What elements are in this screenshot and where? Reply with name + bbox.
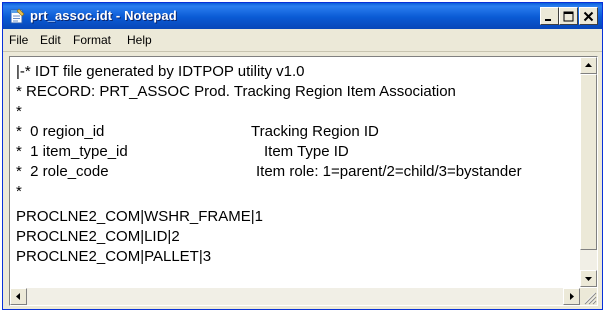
field-description: Item role: 1=parent/2=child/3=bystander	[256, 163, 522, 180]
text-area[interactable]: |-* IDT file generated by IDTPOP utility…	[10, 57, 578, 287]
text-line: *	[16, 183, 22, 200]
vertical-scroll-thumb[interactable]	[580, 74, 597, 250]
text-line: * 2 role_code	[16, 163, 109, 180]
text-line: PROCLNE2_COM|LID|2	[16, 228, 180, 245]
close-icon	[583, 11, 594, 22]
arrow-left-icon	[16, 293, 20, 300]
resize-grip[interactable]	[580, 288, 597, 305]
scroll-right-button[interactable]	[563, 288, 580, 305]
text-editor[interactable]: |-* IDT file generated by IDTPOP utility…	[9, 56, 598, 306]
arrow-right-icon	[570, 293, 574, 300]
menu-bar: File Edit Format Help	[3, 29, 602, 52]
arrow-up-icon	[585, 63, 592, 67]
close-button[interactable]	[579, 7, 598, 25]
notepad-window: prt_assoc.idt - Notepad File Edit Format…	[2, 2, 603, 310]
window-title: prt_assoc.idt - Notepad	[30, 8, 177, 23]
scroll-down-button[interactable]	[580, 270, 597, 287]
scroll-left-button[interactable]	[10, 288, 27, 305]
resize-grip-icon	[584, 292, 597, 305]
text-line: * RECORD: PRT_ASSOC Prod. Tracking Regio…	[16, 83, 456, 100]
horizontal-scrollbar[interactable]	[10, 288, 580, 305]
minimize-icon	[545, 19, 551, 21]
text-line: PROCLNE2_COM|PALLET|3	[16, 248, 212, 265]
text-line: |-* IDT file generated by IDTPOP utility…	[16, 63, 305, 80]
text-line: * 1 item_type_id	[16, 143, 128, 160]
arrow-down-icon	[585, 277, 592, 281]
maximize-icon	[563, 11, 574, 22]
text-line: *	[16, 103, 22, 120]
maximize-button[interactable]	[559, 7, 578, 25]
menu-edit[interactable]: Edit	[40, 33, 61, 47]
field-description: Item Type ID	[264, 143, 349, 160]
text-line: * 0 region_id	[16, 123, 105, 140]
text-line: PROCLNE2_COM|WSHR_FRAME|1	[16, 208, 264, 225]
scroll-up-button[interactable]	[580, 57, 597, 74]
menu-help[interactable]: Help	[127, 33, 152, 47]
title-bar[interactable]: prt_assoc.idt - Notepad	[3, 3, 602, 29]
notepad-icon[interactable]	[9, 8, 25, 24]
minimize-button[interactable]	[540, 7, 559, 25]
menu-format[interactable]: Format	[73, 33, 111, 47]
field-description: Tracking Region ID	[251, 123, 379, 140]
vertical-scrollbar[interactable]	[580, 57, 597, 287]
menu-file[interactable]: File	[9, 33, 28, 47]
